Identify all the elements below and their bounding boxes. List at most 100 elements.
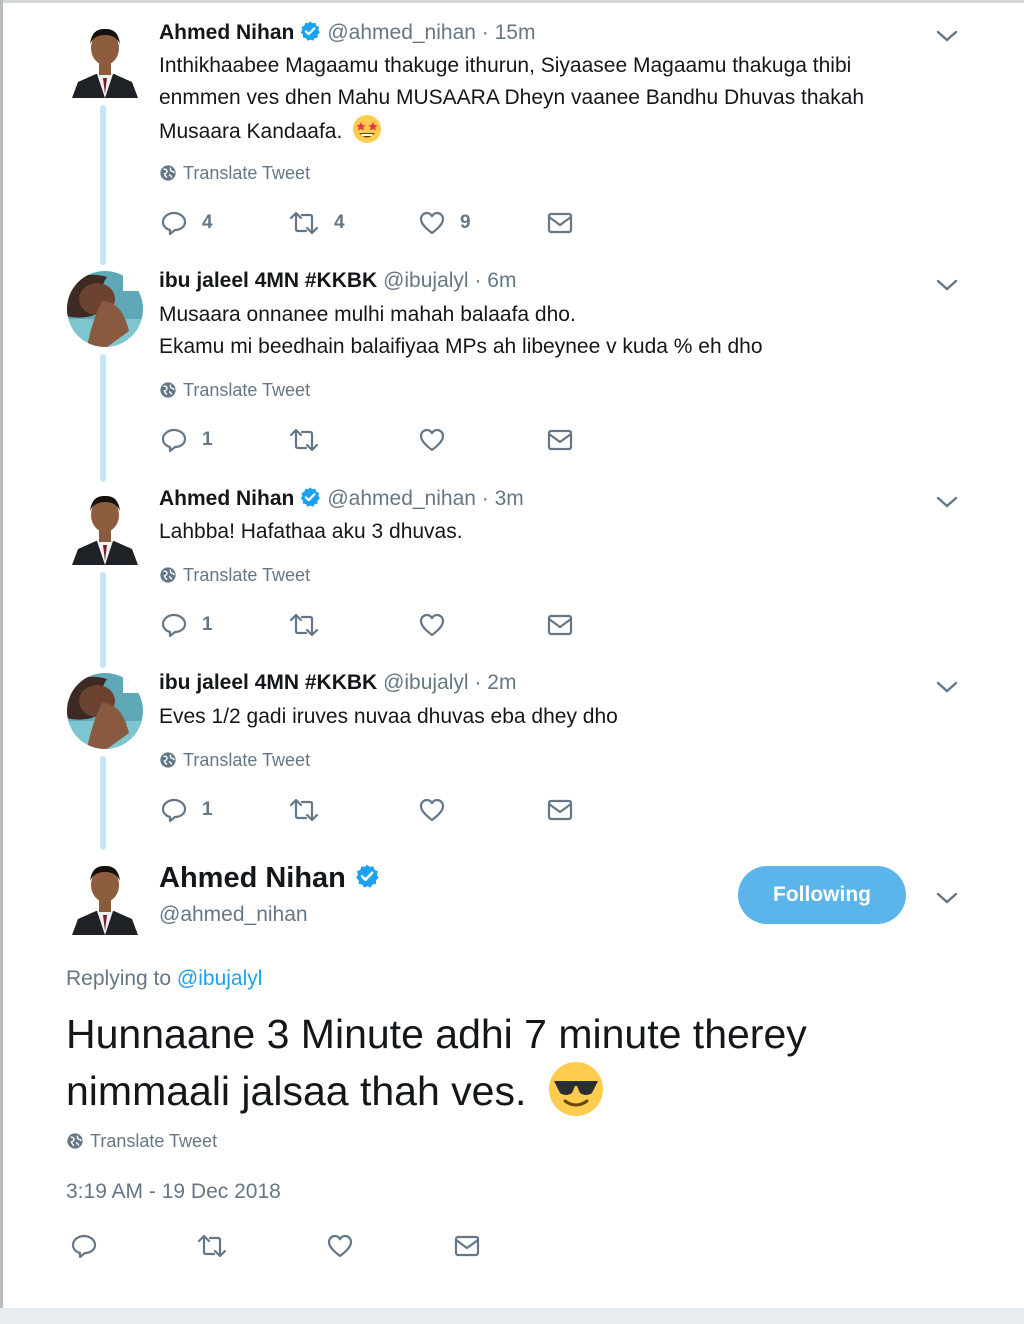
translate-label: Translate Tweet xyxy=(183,565,311,585)
tweet-actions: 1 xyxy=(160,795,580,825)
author-name[interactable]: ibu jaleel 4MN #KKBK xyxy=(159,269,377,292)
retweet-button[interactable]: 4 xyxy=(288,208,345,238)
tweet-header: Ahmed Nihan @ahmed_nihan · 3m xyxy=(159,486,524,514)
heart-icon xyxy=(419,428,445,452)
tweet-text: Eves 1/2 gadi iruves nuvaa dhuvas eba dh… xyxy=(159,705,618,728)
reply-button[interactable]: 4 xyxy=(160,208,213,238)
verified-badge-icon xyxy=(299,20,321,48)
star-struck-emoji-icon xyxy=(352,114,382,154)
reply-button[interactable]: 1 xyxy=(160,610,213,640)
retweet-icon xyxy=(289,428,319,452)
translate-tweet-link[interactable]: Translate Tweet xyxy=(159,380,310,401)
tweet-time[interactable]: 2m xyxy=(487,671,516,694)
window-left-border xyxy=(0,0,3,1324)
thread-connector xyxy=(100,105,106,265)
translate-label: Translate Tweet xyxy=(183,163,311,183)
avatar-ibu-jaleel[interactable] xyxy=(67,271,143,347)
replying-to-label: Replying to xyxy=(66,967,172,990)
tweet-header: ibu jaleel 4MN #KKBK @ibujalyl · 2m xyxy=(159,671,516,695)
reply-icon xyxy=(161,613,187,638)
tweet-actions: 1 xyxy=(160,610,580,640)
reply-button[interactable]: 1 xyxy=(160,425,213,455)
direct-message-button[interactable] xyxy=(453,1231,481,1261)
tweet-text-line: Ekamu mi beedhain balaifiyaa MPs ah libe… xyxy=(159,335,763,358)
main-tweet-text-content: Hunnaane 3 Minute adhi 7 minute therey n… xyxy=(66,1011,807,1114)
translate-label: Translate Tweet xyxy=(90,1131,218,1151)
retweet-icon xyxy=(289,798,319,822)
reply-icon xyxy=(161,211,187,236)
retweet-icon xyxy=(197,1234,227,1258)
retweet-button[interactable] xyxy=(196,1231,228,1261)
globe-icon xyxy=(160,567,176,583)
main-tweet-actions xyxy=(70,1231,490,1261)
author-handle[interactable]: @ahmed_nihan xyxy=(159,903,308,927)
translate-tweet-link[interactable]: Translate Tweet xyxy=(159,565,310,586)
translate-tweet-link[interactable]: Translate Tweet xyxy=(159,750,310,771)
translate-tweet-link[interactable]: Translate Tweet xyxy=(159,163,310,184)
like-button[interactable] xyxy=(418,795,446,825)
direct-message-button[interactable] xyxy=(546,610,574,640)
translate-label: Translate Tweet xyxy=(183,380,311,400)
reply-button[interactable]: 1 xyxy=(160,795,213,825)
retweet-button[interactable] xyxy=(288,610,320,640)
envelope-icon xyxy=(547,212,573,234)
chevron-down-icon[interactable] xyxy=(934,492,960,512)
like-button[interactable] xyxy=(326,1231,354,1261)
chevron-down-icon[interactable] xyxy=(934,888,960,908)
reply-icon xyxy=(71,1234,97,1259)
thread-connector xyxy=(100,572,106,668)
like-button[interactable]: 9 xyxy=(418,208,471,238)
author-name[interactable]: Ahmed Nihan xyxy=(159,862,346,894)
like-button[interactable] xyxy=(418,610,446,640)
avatar-ibu-jaleel[interactable] xyxy=(67,673,143,749)
like-button[interactable] xyxy=(418,425,446,455)
direct-message-button[interactable] xyxy=(546,208,574,238)
reply-icon xyxy=(161,798,187,823)
retweet-button[interactable] xyxy=(288,795,320,825)
globe-icon xyxy=(160,752,176,768)
avatar-ahmed-nihan[interactable] xyxy=(70,22,140,98)
main-author-name-row: Ahmed Nihan xyxy=(159,862,386,897)
retweet-count: 4 xyxy=(334,212,345,233)
tweet-actions: 1 xyxy=(160,425,580,455)
sunglasses-face-emoji-icon xyxy=(548,1061,604,1130)
author-handle[interactable]: @ibujalyl xyxy=(383,269,469,292)
author-handle[interactable]: @ibujalyl xyxy=(383,671,469,694)
chevron-down-icon[interactable] xyxy=(934,677,960,697)
retweet-icon xyxy=(289,613,319,637)
tweet-timestamp[interactable]: 3:19 AM - 19 Dec 2018 xyxy=(66,1180,281,1204)
tweet-time[interactable]: 15m xyxy=(495,21,536,44)
retweet-button[interactable] xyxy=(288,425,320,455)
tweet-time[interactable]: 6m xyxy=(487,269,516,292)
author-handle[interactable]: @ahmed_nihan xyxy=(327,21,476,44)
replying-to-handle-link[interactable]: @ibujalyl xyxy=(177,967,263,990)
globe-icon xyxy=(160,165,176,181)
chevron-down-icon[interactable] xyxy=(934,275,960,295)
heart-icon xyxy=(419,798,445,822)
separator-dot: · xyxy=(474,671,482,694)
chevron-down-icon[interactable] xyxy=(934,26,960,46)
tweet-text: Lahbba! Hafathaa aku 3 dhuvas. xyxy=(159,520,463,543)
avatar-ahmed-nihan[interactable] xyxy=(70,859,140,935)
verified-badge-icon xyxy=(354,863,380,897)
author-handle[interactable]: @ahmed_nihan xyxy=(327,487,476,510)
following-button[interactable]: Following xyxy=(738,866,906,924)
page-bottom-strip xyxy=(0,1308,1024,1324)
tweet-time[interactable]: 3m xyxy=(495,487,524,510)
translate-tweet-link[interactable]: Translate Tweet xyxy=(66,1131,217,1152)
heart-icon xyxy=(419,613,445,637)
author-name[interactable]: ibu jaleel 4MN #KKBK xyxy=(159,671,377,694)
thread-connector xyxy=(100,756,106,850)
direct-message-button[interactable] xyxy=(546,795,574,825)
reply-button[interactable] xyxy=(70,1231,98,1261)
avatar-ahmed-nihan[interactable] xyxy=(70,489,140,565)
direct-message-button[interactable] xyxy=(546,425,574,455)
globe-icon xyxy=(160,382,176,398)
translate-label: Translate Tweet xyxy=(183,750,311,770)
author-name[interactable]: Ahmed Nihan xyxy=(159,487,294,510)
replying-to: Replying to @ibujalyl xyxy=(66,967,262,991)
main-tweet-text: Hunnaane 3 Minute adhi 7 minute therey n… xyxy=(66,1008,946,1130)
tweet-text: Inthikhaabee Magaamu thakuge ithurun, Si… xyxy=(159,50,919,154)
heart-icon xyxy=(419,211,445,235)
author-name[interactable]: Ahmed Nihan xyxy=(159,21,294,44)
